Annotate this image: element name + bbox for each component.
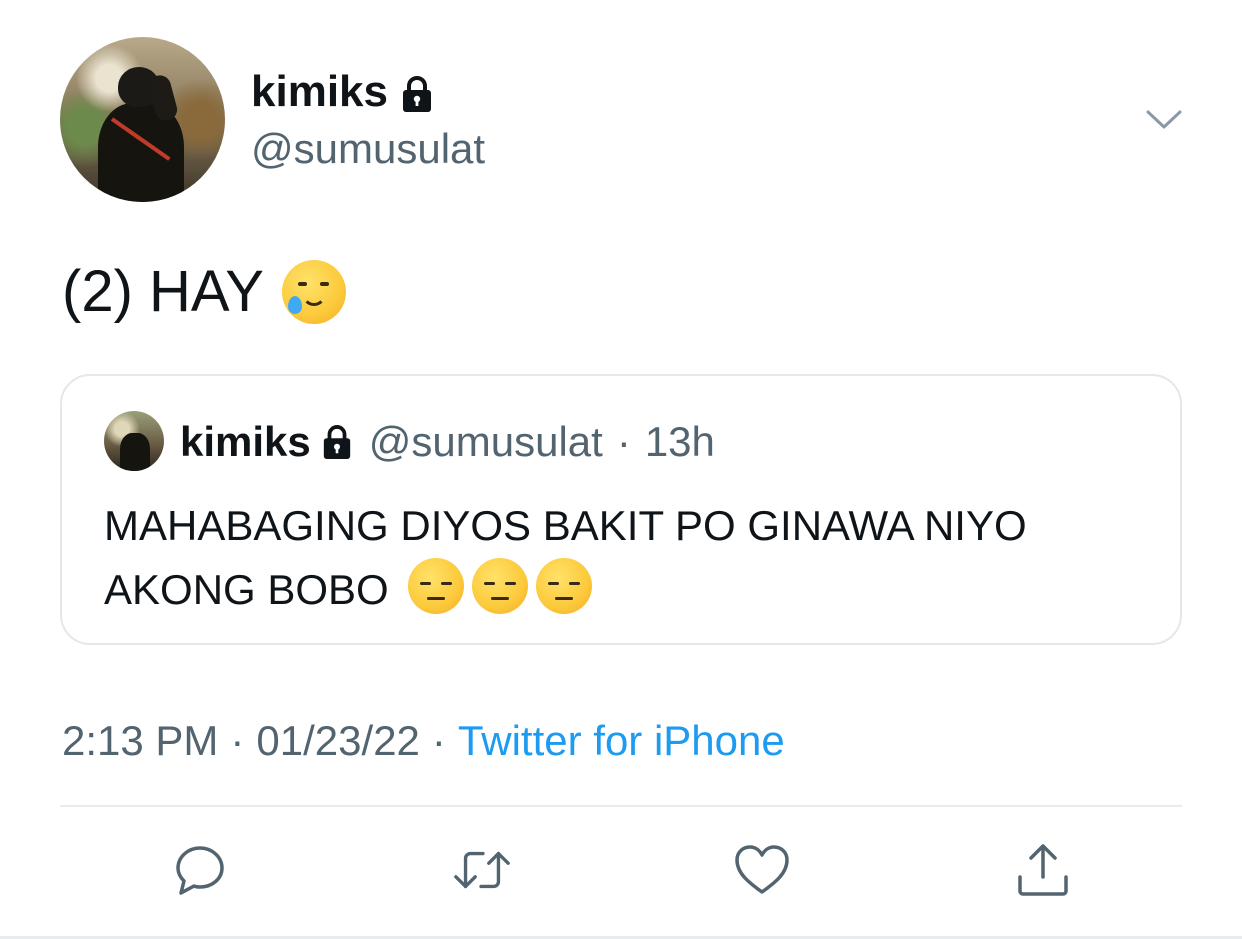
tweet-text: (2) HAY xyxy=(62,258,346,326)
reply-icon xyxy=(176,846,224,895)
smiling-face-with-tear-icon xyxy=(281,260,346,324)
divider xyxy=(60,805,1182,807)
reply-button[interactable] xyxy=(170,840,230,900)
tweet-time[interactable]: 2:13 PM xyxy=(62,714,218,768)
quoted-tweet-header: kimiks @sumusulat · 13h xyxy=(180,416,715,468)
tweet-meta: 2:13 PM · 01/23/22 · Twitter for iPhone xyxy=(62,714,785,768)
tweet-text-content: (2) HAY xyxy=(62,259,264,324)
quoted-tweet-age: 13h xyxy=(644,418,715,465)
meta-separator: · xyxy=(230,717,245,764)
share-icon xyxy=(1018,844,1068,896)
tweet-date[interactable]: 01/23/22 xyxy=(256,714,420,768)
pensive-face-icon xyxy=(472,558,529,614)
lock-icon xyxy=(402,76,431,112)
like-button[interactable] xyxy=(732,840,792,900)
heart-icon xyxy=(735,845,789,894)
pensive-face-icon xyxy=(408,558,465,614)
author-display-name[interactable]: kimiks xyxy=(251,66,434,118)
retweet-button[interactable] xyxy=(452,840,512,900)
tweet-source-link[interactable]: Twitter for iPhone xyxy=(458,714,785,768)
quoted-author-handle: @sumusulat xyxy=(368,418,603,465)
lock-icon xyxy=(323,425,350,459)
meta-separator: · xyxy=(431,717,446,764)
author-name-text[interactable]: kimiks xyxy=(251,66,388,118)
share-button[interactable] xyxy=(1013,840,1073,900)
chevron-down-icon[interactable] xyxy=(1144,100,1184,140)
quoted-author-name: kimiks xyxy=(180,418,311,465)
quoted-separator-dot: · xyxy=(616,418,631,465)
author-handle[interactable]: @sumusulat xyxy=(251,124,485,174)
author-avatar[interactable] xyxy=(60,37,225,202)
quoted-author-avatar xyxy=(104,411,164,471)
quoted-tweet-card[interactable]: kimiks @sumusulat · 13h MAHABAGING DIYOS… xyxy=(60,374,1182,645)
pensive-face-icon xyxy=(536,558,593,614)
retweet-icon xyxy=(454,851,510,889)
quoted-tweet-text: MAHABAGING DIYOS BAKIT PO GINAWA NIYO AK… xyxy=(104,494,1154,622)
